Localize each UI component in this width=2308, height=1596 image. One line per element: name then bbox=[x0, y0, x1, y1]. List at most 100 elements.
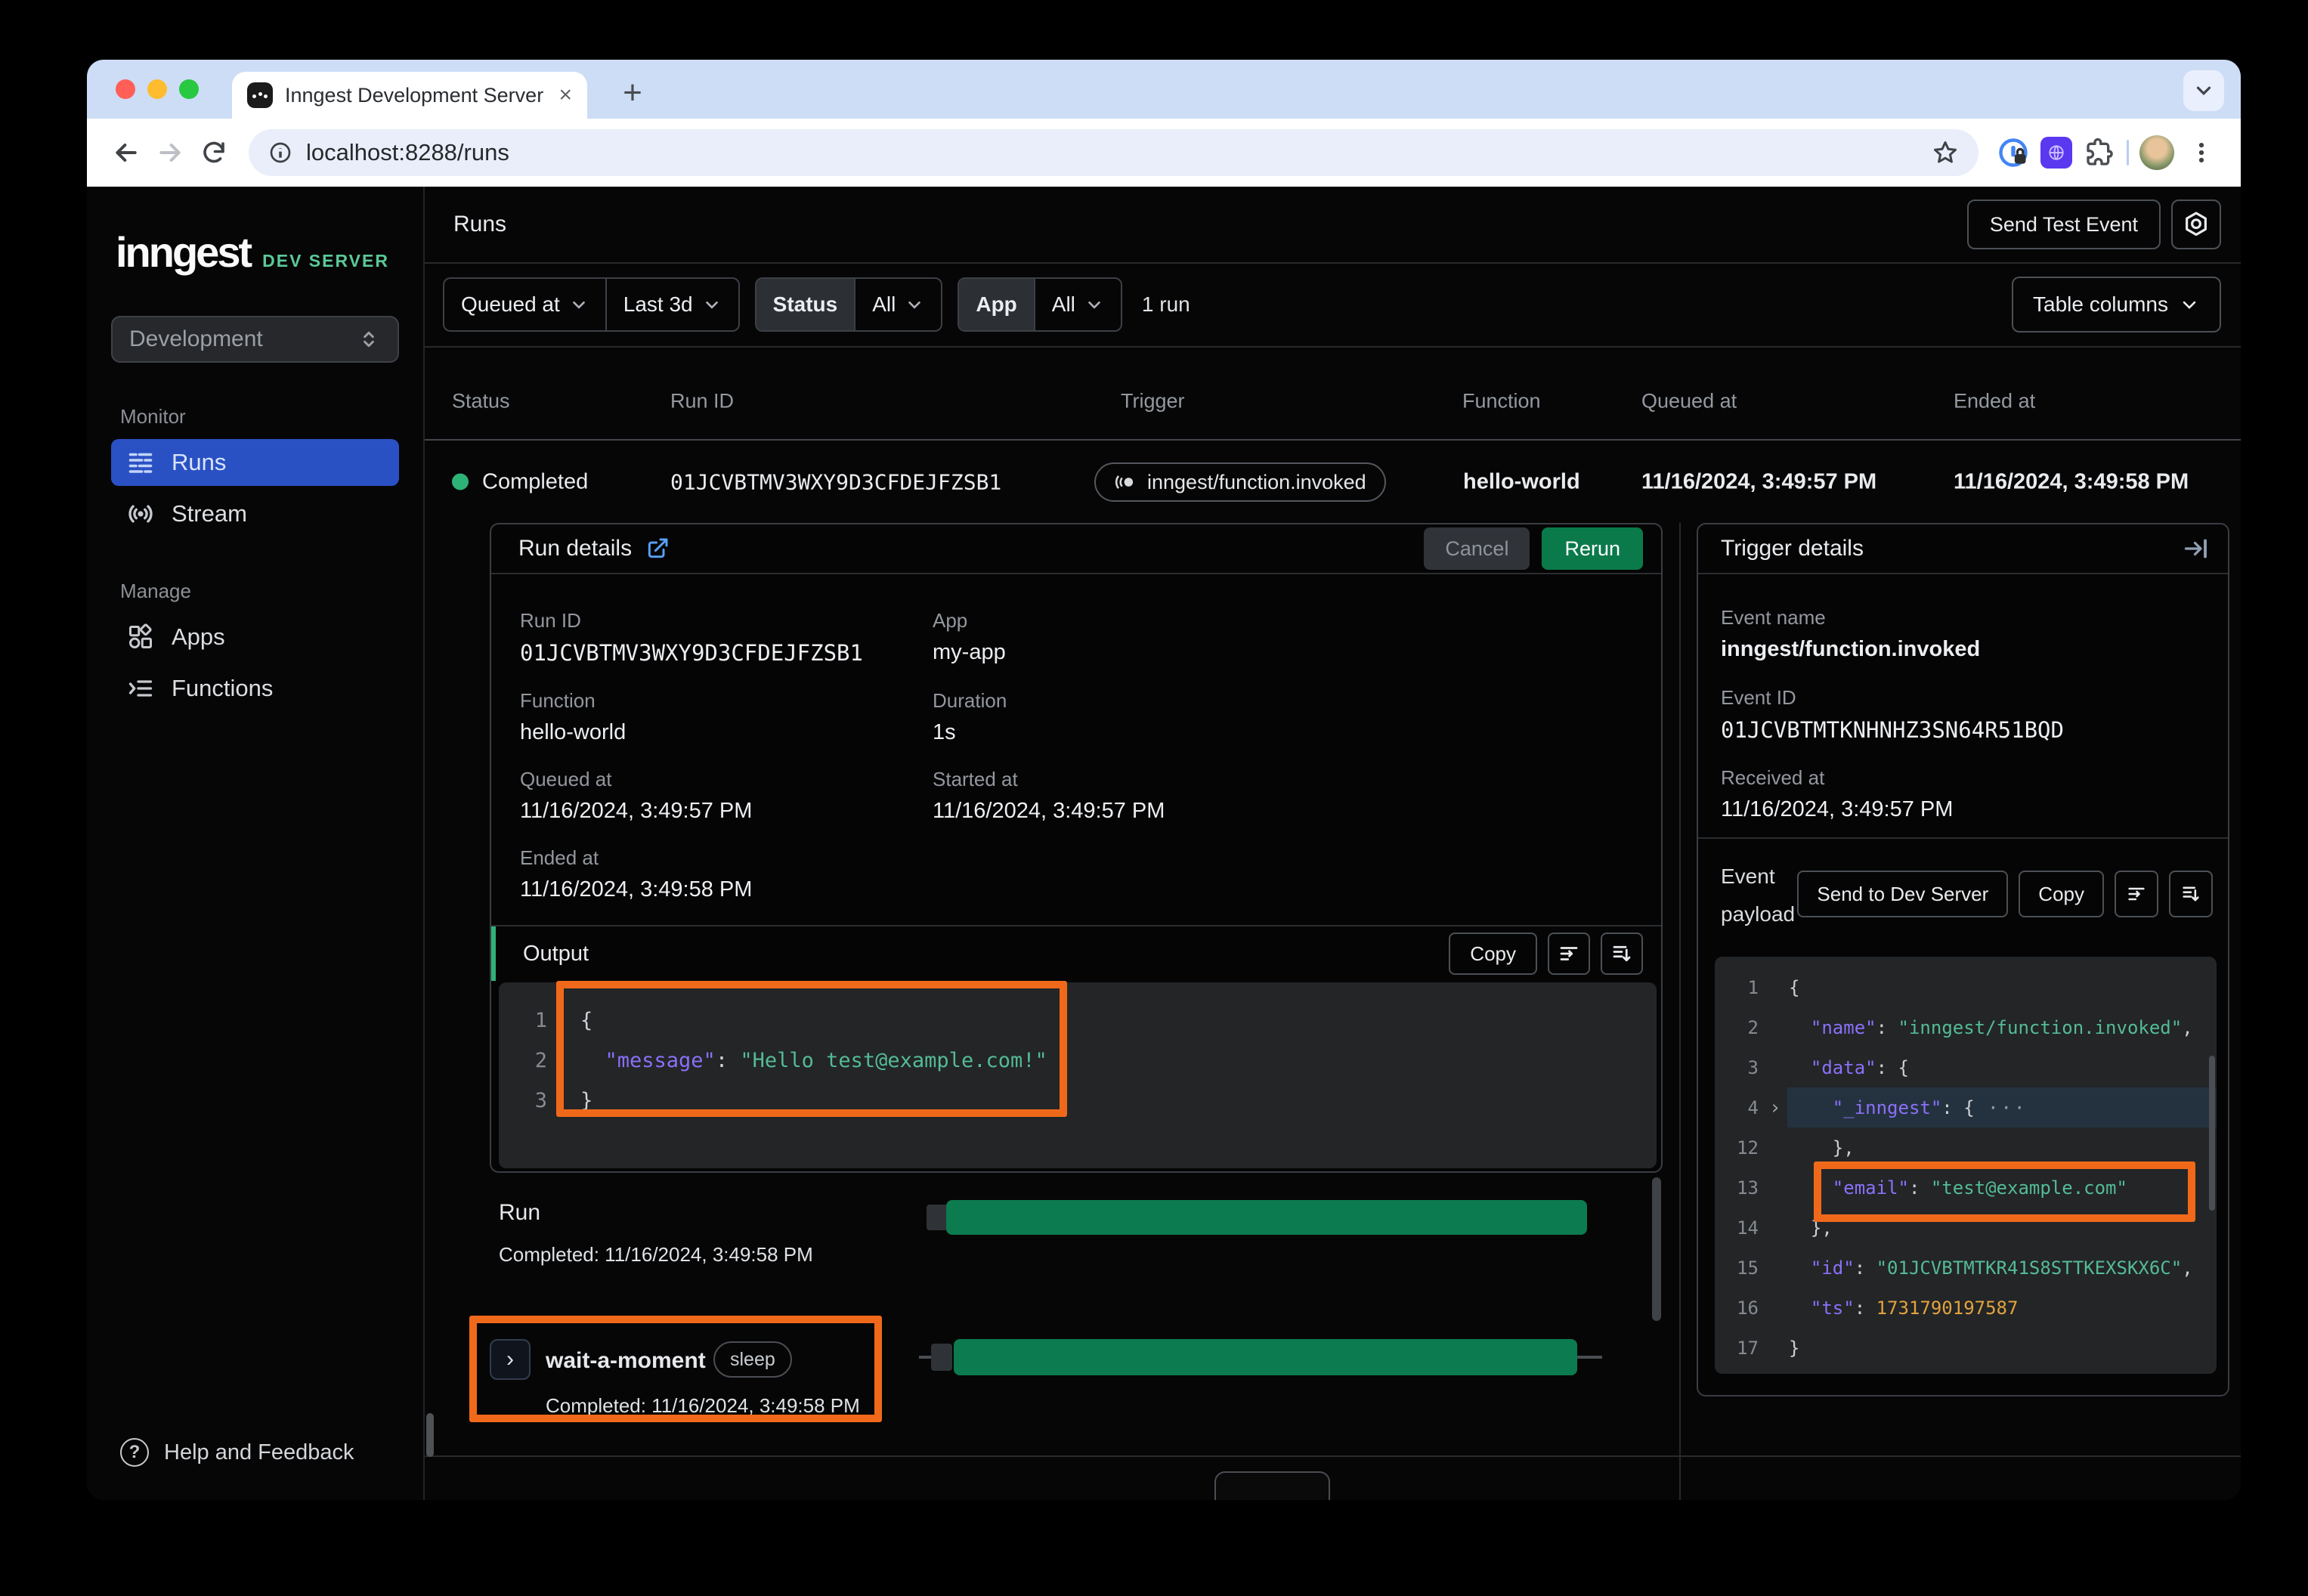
field-function: Function hello-world bbox=[520, 689, 626, 745]
step-duration-bar[interactable] bbox=[954, 1339, 1577, 1375]
runs-table-header: Status Run ID Trigger Function Queued at… bbox=[425, 347, 2241, 441]
chevron-down-icon bbox=[1084, 295, 1104, 314]
trigger-badge[interactable]: inngest/function.invoked bbox=[1094, 462, 1386, 502]
code-line: 2 "message": "Hello test@example.com!" bbox=[499, 1041, 1657, 1081]
bookmark-star-icon[interactable] bbox=[1932, 139, 1959, 166]
dev-server-badge: DEV SERVER bbox=[262, 251, 389, 271]
trigger-details-panel: Trigger details Event name inngest/funct… bbox=[1697, 523, 2229, 1396]
url-text[interactable]: localhost:8288/runs bbox=[306, 139, 1918, 166]
code-line: 13 "email": "test@example.com" bbox=[1715, 1168, 2217, 1208]
left-pane-scrollbar[interactable] bbox=[1652, 1177, 1661, 1321]
main-content: Runs Send Test Event Queued at Last 3d bbox=[425, 187, 2241, 1500]
profile-avatar[interactable] bbox=[2139, 135, 2174, 170]
queued-at-filter[interactable]: Queued at bbox=[444, 279, 605, 330]
app-filter-value[interactable]: All bbox=[1034, 279, 1121, 330]
code-line: 14 }, bbox=[1715, 1208, 2217, 1248]
field-ended-at: Ended at 11/16/2024, 3:49:58 PM bbox=[520, 846, 752, 902]
fold-chevron-icon[interactable]: › bbox=[1769, 1096, 1781, 1119]
table-columns-label: Table columns bbox=[2033, 292, 2168, 317]
browser-menu-kebab-icon[interactable] bbox=[2185, 136, 2218, 169]
send-test-event-button[interactable]: Send Test Event bbox=[1967, 200, 2161, 249]
time-range-filter[interactable]: Last 3d bbox=[605, 279, 738, 330]
payload-scrollbar[interactable] bbox=[2209, 1056, 2215, 1211]
run-queue-segment bbox=[927, 1205, 948, 1230]
cutoff-bottom-button[interactable] bbox=[1214, 1471, 1330, 1500]
collapse-panel-icon[interactable] bbox=[2183, 535, 2210, 562]
sidebar-item-apps[interactable]: Apps bbox=[111, 614, 399, 660]
payload-expand-rows-button[interactable] bbox=[2169, 871, 2213, 917]
payload-word-wrap-button[interactable] bbox=[2115, 871, 2158, 917]
code-line: 16 "ts": 1731790197587 bbox=[1715, 1288, 2217, 1328]
payload-actions: Send to Dev Server Copy bbox=[1797, 871, 2213, 917]
back-icon[interactable] bbox=[110, 136, 143, 169]
table-columns-button[interactable]: Table columns bbox=[2012, 277, 2221, 332]
monitor-section-label: Monitor bbox=[111, 405, 399, 428]
app-filter-group: App All bbox=[958, 277, 1122, 332]
output-accent-bar bbox=[491, 926, 496, 981]
sidebar-scrollbar[interactable] bbox=[426, 1413, 434, 1457]
settings-gear-button[interactable] bbox=[2171, 200, 2221, 249]
chevron-down-icon bbox=[569, 295, 589, 314]
environment-select[interactable]: Development bbox=[111, 316, 399, 363]
function-cell: hello-world bbox=[1463, 470, 1580, 495]
field-app: App my-app bbox=[933, 609, 1006, 665]
help-question-icon: ? bbox=[120, 1438, 149, 1467]
code-line: 12 }, bbox=[1715, 1127, 2217, 1168]
sidebar-item-stream[interactable]: Stream bbox=[111, 490, 399, 537]
event-payload-title-line2: payload bbox=[1721, 902, 1795, 926]
runs-list-icon bbox=[126, 448, 155, 477]
col-queued-at: Queued at bbox=[1641, 389, 1737, 413]
inngest-logo: inngest bbox=[116, 227, 250, 277]
word-wrap-button[interactable] bbox=[1548, 933, 1590, 975]
function-link[interactable]: hello-world bbox=[520, 720, 626, 745]
sidebar-item-runs[interactable]: Runs bbox=[111, 439, 399, 486]
page-title: Runs bbox=[453, 212, 506, 237]
site-info-icon[interactable] bbox=[268, 141, 292, 165]
apps-grid-icon bbox=[126, 623, 155, 651]
expand-step-button[interactable]: › bbox=[490, 1339, 531, 1380]
time-filter-group: Queued at Last 3d bbox=[443, 277, 740, 332]
field-run-id: Run ID 01JCVBTMV3WXY9D3CFDEJFZSB1 bbox=[520, 609, 863, 666]
address-bar[interactable]: localhost:8288/runs bbox=[249, 129, 1979, 176]
maximize-window-button[interactable] bbox=[179, 79, 199, 99]
copy-payload-button[interactable]: Copy bbox=[2019, 871, 2104, 917]
field-queued-at: Queued at 11/16/2024, 3:49:57 PM bbox=[520, 768, 752, 824]
run-table-row[interactable]: Completed 01JCVBTMV3WXY9D3CFDEJFZSB1 inn… bbox=[425, 441, 2241, 524]
browser-tab[interactable]: Inngest Development Server × bbox=[232, 72, 587, 119]
col-trigger: Trigger bbox=[1121, 389, 1185, 413]
timeline-run-label: Run bbox=[499, 1200, 540, 1226]
sidebar: inngest DEV SERVER Development Monitor R… bbox=[87, 187, 425, 1500]
pane-divider bbox=[1679, 523, 1681, 1500]
browser-extension-icon[interactable] bbox=[2040, 137, 2072, 169]
tab-close-icon[interactable]: × bbox=[558, 84, 572, 107]
close-window-button[interactable] bbox=[116, 79, 135, 99]
expand-rows-button[interactable] bbox=[1601, 933, 1643, 975]
copy-output-button[interactable]: Copy bbox=[1449, 933, 1537, 975]
extensions-puzzle-icon[interactable] bbox=[2083, 136, 2116, 169]
forward-icon[interactable] bbox=[153, 136, 187, 169]
manage-section-label: Manage bbox=[111, 580, 399, 603]
field-event-name: Event name inngest/function.invoked bbox=[1721, 606, 1980, 662]
external-link-icon[interactable] bbox=[645, 537, 670, 561]
cancel-button[interactable]: Cancel bbox=[1424, 527, 1530, 570]
app-link[interactable]: my-app bbox=[933, 640, 1006, 665]
rerun-button[interactable]: Rerun bbox=[1542, 527, 1643, 570]
reload-icon[interactable] bbox=[197, 136, 230, 169]
help-and-feedback[interactable]: ? Help and Feedback bbox=[111, 1438, 399, 1467]
step-bar-lead-line bbox=[919, 1356, 931, 1359]
send-to-dev-server-button[interactable]: Send to Dev Server bbox=[1797, 871, 2008, 917]
run-details-panel: Run details Cancel Rerun Run ID 01JCVBTM… bbox=[490, 523, 1663, 1173]
minimize-window-button[interactable] bbox=[147, 79, 167, 99]
output-code[interactable]: 1{2 "message": "Hello test@example.com!"… bbox=[499, 982, 1657, 1168]
queued-at-label: Queued at bbox=[461, 292, 560, 317]
browser-window: Inngest Development Server × + localhost… bbox=[87, 60, 2241, 1500]
event-payload-code[interactable]: 1{2 "name": "inngest/function.invoked",3… bbox=[1715, 957, 2217, 1374]
status-filter-value[interactable]: All bbox=[854, 279, 941, 330]
sidebar-item-functions[interactable]: Functions bbox=[111, 665, 399, 712]
tab-search-chevron-icon[interactable] bbox=[2183, 70, 2224, 111]
run-duration-bar[interactable] bbox=[946, 1200, 1587, 1235]
ended-at-cell: 11/16/2024, 3:49:58 PM bbox=[1954, 470, 2189, 495]
password-manager-extension-icon[interactable] bbox=[1997, 136, 2030, 169]
new-tab-button[interactable]: + bbox=[613, 73, 652, 113]
code-line: 3 "data": { bbox=[1715, 1047, 2217, 1087]
